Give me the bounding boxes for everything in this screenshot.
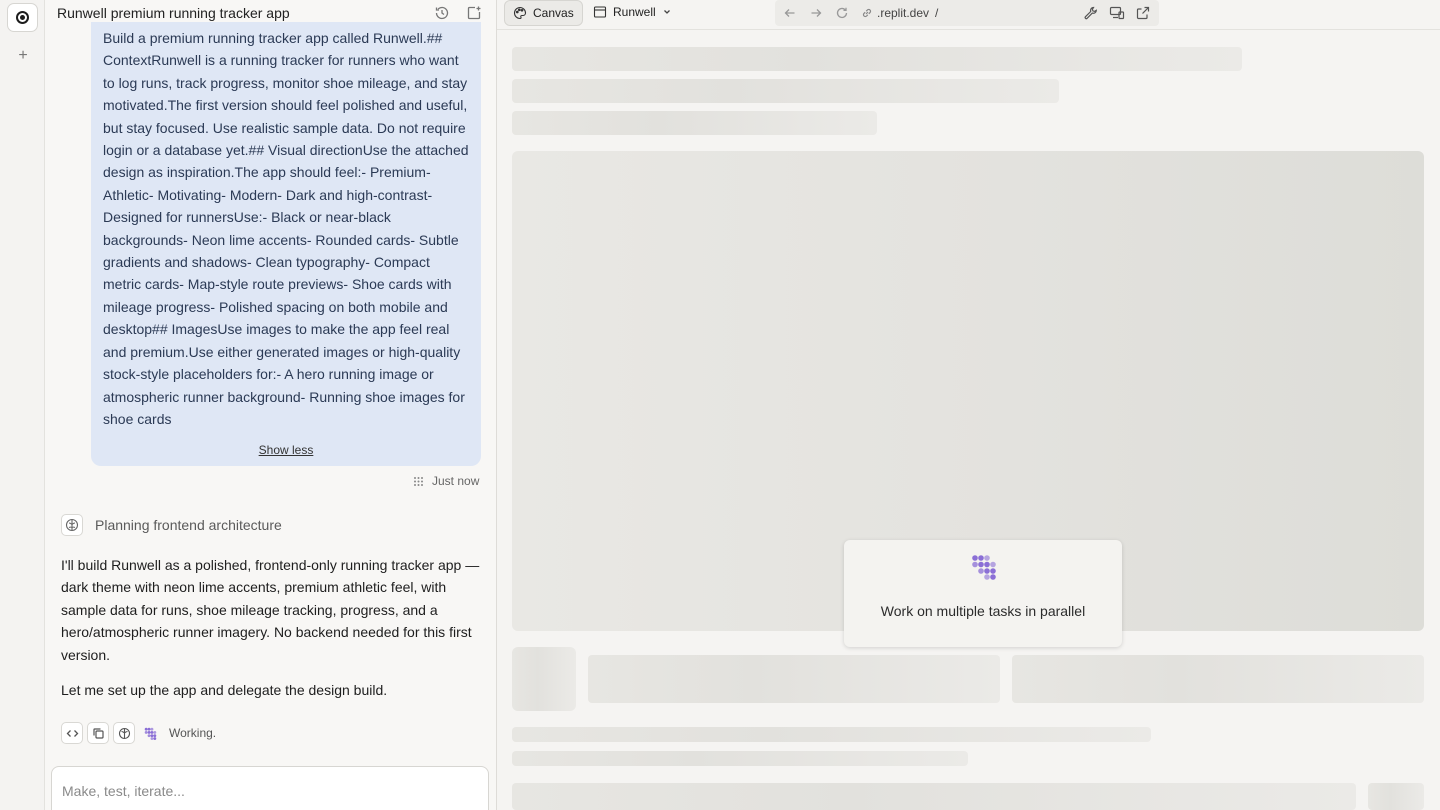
chat-panel: Runwell premium running tracker app Buil… xyxy=(45,0,497,810)
timestamp: Just now xyxy=(432,474,480,488)
wrench-icon[interactable] xyxy=(1083,5,1099,21)
brain-icon xyxy=(61,514,83,536)
chat-title: Runwell premium running tracker app xyxy=(57,5,290,21)
planning-label: Planning frontend architecture xyxy=(95,517,282,533)
external-link-icon[interactable] xyxy=(1135,5,1151,21)
palette-icon xyxy=(514,6,527,20)
agent-reply-2: Let me set up the app and delegate the d… xyxy=(61,682,388,698)
project-label: Runwell xyxy=(613,5,656,19)
brain-icon[interactable] xyxy=(113,722,135,744)
user-message-text: Build a premium running tracker app call… xyxy=(103,30,473,427)
canvas-topbar: Canvas Runwell .replit.dev / xyxy=(497,0,1440,30)
chat-header-actions xyxy=(433,4,483,22)
url-text: .replit.dev xyxy=(877,6,930,20)
chevron-down-icon xyxy=(663,10,670,14)
skeleton-card xyxy=(1012,655,1424,703)
plus-icon[interactable]: + xyxy=(14,46,32,66)
reload-icon[interactable] xyxy=(835,6,849,20)
window-icon xyxy=(593,6,607,18)
message-meta: Just now xyxy=(413,474,479,488)
skeleton-thumb xyxy=(512,647,576,711)
tab-canvas[interactable]: Canvas xyxy=(504,0,583,26)
skeleton-card xyxy=(1368,783,1424,810)
home-icon xyxy=(16,11,29,24)
left-rail: + xyxy=(0,0,45,810)
url-path: / xyxy=(935,6,939,20)
skeleton-card xyxy=(512,783,1356,810)
agent-reply-1: I'll build Runwell as a polished, fronte… xyxy=(61,557,480,663)
agent-icon[interactable] xyxy=(139,722,161,744)
home-button[interactable] xyxy=(7,3,38,32)
skeleton-hero: Work on multiple tasks in parallel xyxy=(512,151,1424,647)
project-selector[interactable]: Runwell xyxy=(593,5,672,19)
copy-icon[interactable] xyxy=(87,722,109,744)
devices-icon[interactable] xyxy=(1109,5,1125,21)
working-label: Working. xyxy=(169,726,217,740)
history-icon[interactable] xyxy=(433,4,451,22)
tab-canvas-label: Canvas xyxy=(533,6,574,20)
forward-icon[interactable] xyxy=(809,6,823,20)
back-icon[interactable] xyxy=(783,6,797,20)
parallel-tasks-toast: Work on multiple tasks in parallel xyxy=(844,540,1122,647)
code-icon[interactable] xyxy=(61,722,83,744)
working-toolbar: Working. xyxy=(61,722,216,744)
new-chat-icon[interactable] xyxy=(465,4,483,22)
user-message-bubble: Build a premium running tracker app call… xyxy=(91,22,481,466)
canvas-panel: Canvas Runwell .replit.dev / Work on mul… xyxy=(497,0,1440,810)
prompt-input[interactable]: Make, test, iterate... xyxy=(51,766,489,810)
planning-status[interactable]: Planning frontend architecture xyxy=(61,514,282,536)
prompt-placeholder: Make, test, iterate... xyxy=(62,783,185,799)
skeleton-line xyxy=(512,727,1151,742)
link-icon xyxy=(862,8,872,18)
agent-icon xyxy=(972,555,996,580)
toast-text: Work on multiple tasks in parallel xyxy=(880,603,1086,619)
skeleton-line xyxy=(512,79,1059,103)
grid-icon[interactable] xyxy=(413,476,424,487)
url-display[interactable]: .replit.dev / xyxy=(861,6,938,20)
skeleton-line xyxy=(512,111,877,135)
skeleton-line xyxy=(512,751,968,766)
url-bar[interactable]: .replit.dev / xyxy=(775,0,1159,26)
skeleton-card xyxy=(588,655,1000,703)
url-actions xyxy=(1083,5,1151,21)
show-less-link[interactable]: Show less xyxy=(91,443,481,457)
skeleton-line xyxy=(512,47,1242,71)
